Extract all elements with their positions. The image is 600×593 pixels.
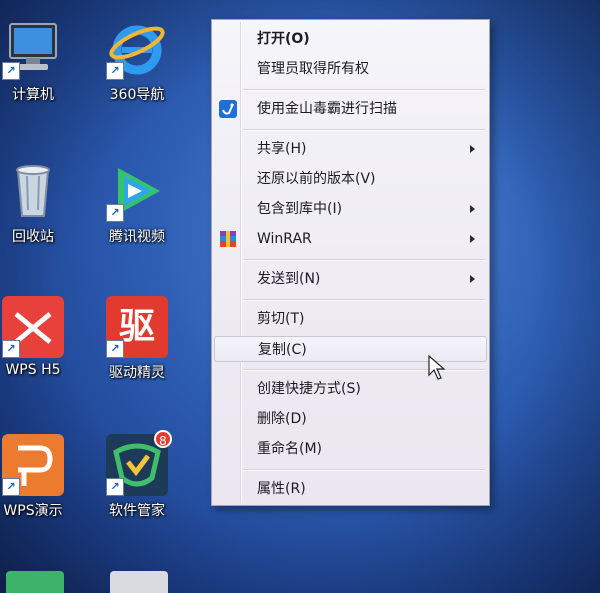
partial-desktop-icon[interactable] [6,571,64,593]
menu-item-label: 重命名(M) [257,441,323,457]
shortcut-arrow-icon: ↗ [2,478,20,496]
desktop-icon-computer[interactable]: ↗ 计算机 [0,18,78,104]
menu-item-open[interactable]: 打开(O) [214,26,487,52]
menu-separator [243,259,485,261]
menu-item-send-to[interactable]: 发送到(N) [214,266,487,292]
menu-item-take-ownership[interactable]: 管理员取得所有权 [214,56,487,82]
partial-desktop-icon[interactable] [110,571,168,593]
shortcut-arrow-icon: ↗ [2,340,20,358]
shortcut-arrow-icon: ↗ [106,478,124,496]
menu-separator [243,469,485,471]
menu-item-copy[interactable]: 复制(C) [214,336,487,362]
menu-item-label: 复制(C) [258,342,307,358]
menu-item-properties[interactable]: 属性(R) [214,476,487,502]
menu-item-winrar[interactable]: WinRAR [214,226,487,252]
shortcut-arrow-icon: ↗ [106,204,124,222]
shortcut-arrow-icon: ↗ [2,62,20,80]
menu-separator [243,299,485,301]
recycle-bin-icon [2,160,64,222]
menu-item-label: 共享(H) [257,141,307,157]
menu-item-label: 管理员取得所有权 [257,61,369,77]
desktop-icon-label: 360导航 [109,87,165,103]
menu-item-delete[interactable]: 删除(D) [214,406,487,432]
shortcut-arrow-icon: ↗ [106,62,124,80]
submenu-arrow-icon [470,275,475,283]
menu-item-label: 发送到(N) [257,271,321,287]
menu-item-restore-versions[interactable]: 还原以前的版本(V) [214,166,487,192]
driver-genius-icon: 驱 ↗ [106,296,168,358]
desktop-icon-recycle-bin[interactable]: 回收站 [0,160,78,246]
desktop-icon-wps-h5[interactable]: ↗ WPS H5 [0,296,78,378]
software-manager-icon: 8 ↗ [106,430,172,496]
mouse-cursor-icon [428,354,446,385]
menu-item-label: 使用金山毒霸进行扫描 [257,101,397,117]
menu-item-kingsoft-scan[interactable]: 使用金山毒霸进行扫描 [214,96,487,122]
notification-badge: 8 [154,430,172,448]
menu-item-label: 属性(R) [257,481,306,497]
desktop-icon-label: 驱动精灵 [109,365,165,381]
ie-browser-icon: ↗ [106,18,168,80]
menu-separator [243,369,485,371]
menu-item-share[interactable]: 共享(H) [214,136,487,162]
wps-presentation-icon: ↗ [2,434,64,496]
desktop-icon-label: 软件管家 [109,503,165,519]
desktop-icon-label: WPS H5 [5,362,61,378]
wps-h5-icon: ↗ [2,296,64,358]
menu-item-label: 包含到库中(I) [257,201,343,217]
submenu-arrow-icon [470,205,475,213]
menu-item-label: 还原以前的版本(V) [257,171,376,187]
menu-item-create-shortcut[interactable]: 创建快捷方式(S) [214,376,487,402]
menu-separator [243,89,485,91]
menu-item-rename[interactable]: 重命名(M) [214,436,487,462]
shortcut-arrow-icon: ↗ [106,340,124,358]
kingsoft-antivirus-icon [219,100,237,118]
menu-separator [243,129,485,131]
desktop-icon-label: 回收站 [12,229,54,245]
menu-item-label: 创建快捷方式(S) [257,381,361,397]
menu-item-include-in-library[interactable]: 包含到库中(I) [214,196,487,222]
computer-icon: ↗ [2,18,64,80]
desktop-icon-label: WPS演示 [3,503,63,519]
desktop-icon-driver-genius[interactable]: 驱 ↗ 驱动精灵 [92,296,182,382]
menu-item-label: 打开(O) [257,31,310,47]
menu-item-cut[interactable]: 剪切(T) [214,306,487,332]
desktop-icon-software-manager[interactable]: 8 ↗ 软件管家 [92,430,182,520]
desktop-icon-wps-presentation[interactable]: ↗ WPS演示 [0,434,78,520]
desktop-icon-label: 计算机 [12,87,54,103]
submenu-arrow-icon [470,145,475,153]
menu-item-label: WinRAR [257,231,312,247]
desktop-icon-tencent-video[interactable]: ↗ 腾讯视频 [92,160,182,246]
menu-item-label: 删除(D) [257,411,307,427]
tencent-video-icon: ↗ [106,160,168,222]
desktop-icon-360-navigation[interactable]: ↗ 360导航 [92,18,182,104]
winrar-icon [219,230,237,248]
menu-item-label: 剪切(T) [257,311,305,327]
submenu-arrow-icon [470,235,475,243]
context-menu: 打开(O) 管理员取得所有权 使用金山毒霸进行扫描 共享(H) 还原以前的版本(… [211,19,490,506]
desktop-icon-label: 腾讯视频 [109,229,165,245]
